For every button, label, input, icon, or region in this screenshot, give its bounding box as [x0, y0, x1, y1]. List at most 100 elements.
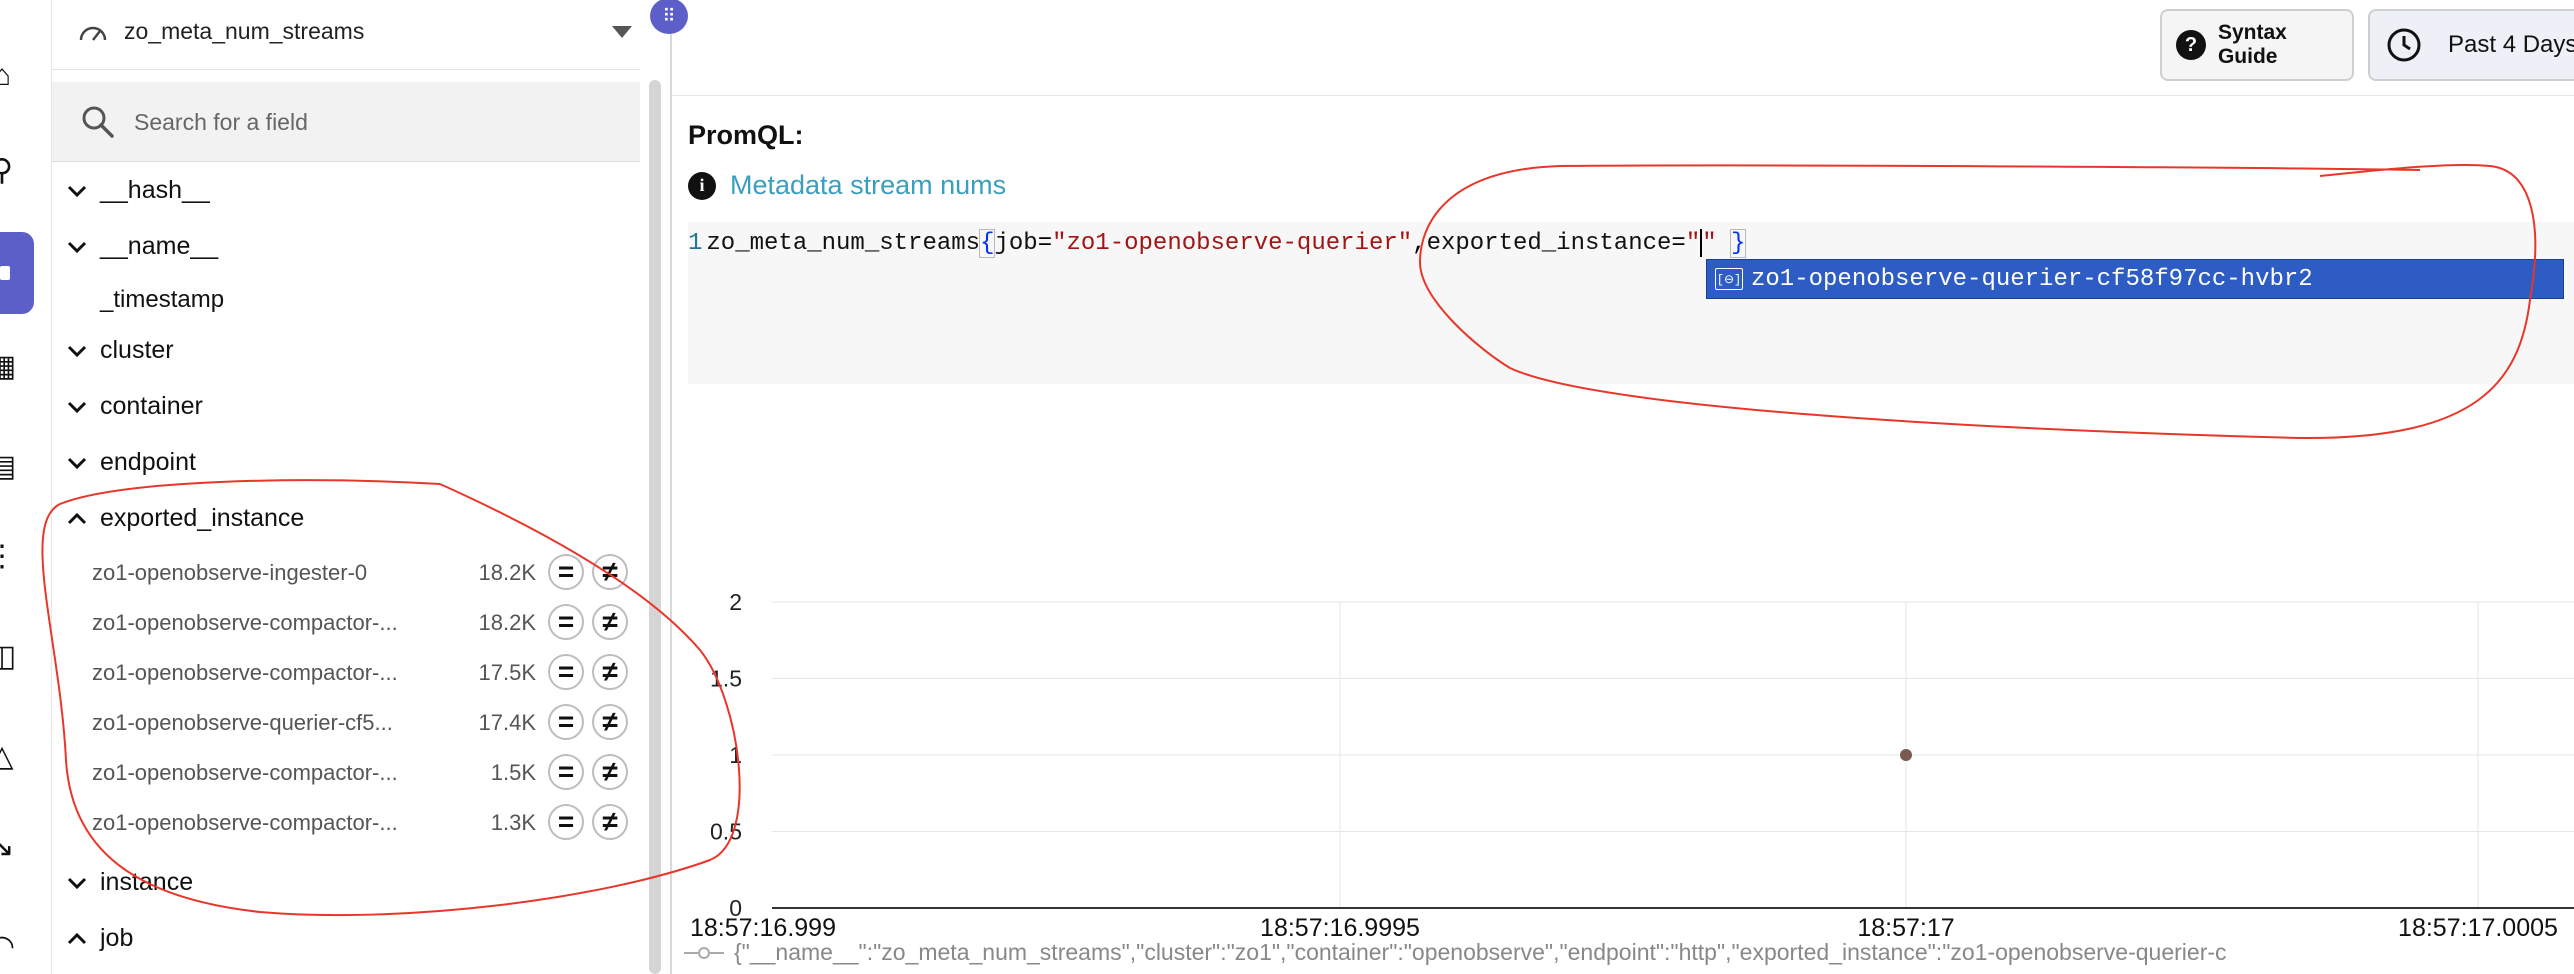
query-key: job [994, 230, 1038, 257]
field-label: __hash__ [100, 176, 210, 204]
include-filter-button[interactable]: = [548, 804, 584, 840]
field-value-row: zo1-openobserve-ingester-0 18.2K = ≠ [52, 548, 640, 598]
user-icon[interactable]: ◠ [0, 930, 18, 963]
query-value: "zo1-openobserve-querier" [1052, 230, 1413, 257]
y-tick-label: 1 [729, 742, 742, 768]
promql-label: PromQL: [688, 120, 804, 150]
query-metric: zo_meta_num_streams [706, 230, 981, 257]
field-exported-instance[interactable]: exported_instance [52, 494, 640, 546]
x-tick-label: 18:57:16.999 [690, 914, 836, 942]
include-filter-button[interactable]: = [548, 554, 584, 590]
query-line: 1 zo_meta_num_streams{job="zo1-openobserv… [688, 226, 1747, 262]
query-operator: = [1037, 230, 1053, 257]
help-icon: ? [2176, 30, 2206, 60]
include-filter-button[interactable]: = [548, 704, 584, 740]
field-value-row: zo1-openobserve-querier-cf5... 17.4K = ≠ [52, 698, 640, 748]
field-label: exported_instance [100, 504, 305, 532]
x-tick-label: 18:57:17.0005 [2398, 914, 2558, 942]
field-value-count: 17.5K [478, 660, 537, 685]
query-open-brace: { [979, 229, 996, 258]
y-tick-label: 2 [729, 589, 742, 615]
search-icon[interactable]: ⚲ [0, 154, 18, 187]
chevron-up-icon [67, 512, 87, 525]
field-name[interactable]: __name__ [52, 222, 640, 274]
exclude-filter-button[interactable]: ≠ [592, 604, 628, 640]
metadata-title[interactable]: Metadata stream nums [730, 170, 1006, 201]
field-container[interactable]: container [52, 382, 640, 434]
field-value-row: zo1-openobserve-compactor-... 17.5K = ≠ [52, 648, 640, 698]
field-label: container [100, 392, 203, 420]
gauge-icon [79, 26, 107, 41]
y-tick-label: 0.5 [710, 819, 742, 845]
query-operator: = [1671, 230, 1686, 257]
syntax-guide-button[interactable]: ? Syntax Guide [2160, 9, 2354, 81]
x-tick-label: 18:57:17 [1857, 914, 1954, 942]
field-value-count: 1.5K [490, 760, 536, 785]
field-cluster[interactable]: cluster [52, 326, 640, 378]
query-key: exported_instance [1426, 230, 1672, 257]
syntax-guide-label: Syntax Guide [2217, 21, 2287, 68]
chevron-down-icon [67, 241, 87, 254]
field-value-name: zo1-openobserve-ingester-0 [92, 560, 368, 585]
table-icon[interactable]: ◫ [0, 640, 18, 673]
include-filter-button[interactable]: = [548, 654, 584, 690]
field-endpoint[interactable]: endpoint [52, 438, 640, 490]
legend-label: {"__name__":"zo_meta_num_streams","clust… [734, 939, 2227, 965]
suggestion-label: zo1-openobserve-querier-cf58f97cc-hvbr2 [1751, 265, 2313, 293]
field-value-name: zo1-openobserve-compactor-... [92, 810, 398, 835]
chevron-down-icon [67, 877, 87, 890]
field-value-row: zo1-openobserve-compactor-... 1.5K = ≠ [52, 748, 640, 798]
chevron-down-icon [67, 345, 87, 358]
field-value-name: zo1-openobserve-compactor-... [92, 610, 398, 635]
exclude-filter-button[interactable]: ≠ [592, 754, 628, 790]
stream-selector-value: zo_meta_num_streams [124, 18, 365, 44]
date-range-label: Past 4 Days [2448, 31, 2574, 58]
include-filter-button[interactable]: = [548, 754, 584, 790]
metrics-nav-active[interactable] [0, 232, 34, 314]
field-label: instance [100, 868, 194, 896]
field-value-name: zo1-openobserve-compactor-... [92, 660, 398, 685]
query-editor[interactable]: 1 zo_meta_num_streams{job="zo1-openobserv… [688, 222, 2574, 384]
chart-legend[interactable]: {"__name__":"zo_meta_num_streams","clust… [684, 939, 2227, 966]
autocomplete-suggestion[interactable]: [⊖] zo1-openobserve-querier-cf58f97cc-hv… [1706, 259, 2564, 299]
query-value-open: " [1685, 230, 1701, 257]
reports-icon[interactable]: ▤ [0, 450, 18, 483]
field-label: _timestamp [100, 286, 225, 313]
field-value-count: 18.2K [478, 560, 537, 585]
exclude-filter-button[interactable]: ≠ [592, 804, 628, 840]
stream-selector[interactable]: zo_meta_num_streams [52, 0, 640, 70]
line-number: 1 [688, 230, 703, 257]
field-value-row: zo1-openobserve-compactor-... 18.2K = ≠ [52, 598, 640, 648]
field-label: job [100, 924, 134, 952]
query-value-close: " [1702, 230, 1732, 257]
field-hash[interactable]: __hash__ [52, 166, 640, 218]
metrics-chart: 00.511.5218:57:16.999 18:57:16.9995 18:57:… [690, 589, 2574, 942]
alert-icon[interactable]: △ [0, 740, 18, 773]
field-search-input[interactable] [134, 102, 614, 142]
field-value-count: 18.2K [478, 610, 537, 635]
exclude-filter-button[interactable]: ≠ [592, 704, 628, 740]
pipeline-icon[interactable]: ↘ [0, 830, 18, 863]
exclude-filter-button[interactable]: ≠ [592, 654, 628, 690]
home-icon[interactable]: ⌂ [0, 59, 18, 92]
legend-marker-icon [684, 946, 724, 959]
field-sidebar: zo_meta_num_streams __hash__ __name__ _t… [52, 0, 640, 974]
date-range-button[interactable]: Past 4 Days [2368, 9, 2574, 81]
field-timestamp[interactable]: _timestamp [52, 276, 640, 328]
include-filter-button[interactable]: = [548, 604, 584, 640]
y-tick-label: 1.5 [710, 666, 742, 692]
dashboard-icon[interactable]: ▦ [0, 350, 18, 383]
field-job[interactable]: job [52, 914, 640, 966]
exclude-filter-button[interactable]: ≠ [592, 554, 628, 590]
nav-rail: ⌂ ⚲ ▦ ▤ ⋮ ◫ △ ↘ ◠ [0, 0, 52, 974]
chevron-down-icon [67, 457, 87, 470]
field-label: cluster [100, 336, 174, 364]
chevron-down-icon[interactable] [612, 26, 632, 38]
list-icon[interactable]: ⋮ [0, 540, 18, 573]
data-point [1900, 749, 1912, 761]
search-icon [82, 106, 114, 138]
value-icon: [⊖] [1715, 268, 1743, 290]
field-instance[interactable]: instance [52, 858, 640, 910]
sidebar-scrollbar[interactable] [649, 80, 661, 974]
field-search [52, 82, 640, 162]
